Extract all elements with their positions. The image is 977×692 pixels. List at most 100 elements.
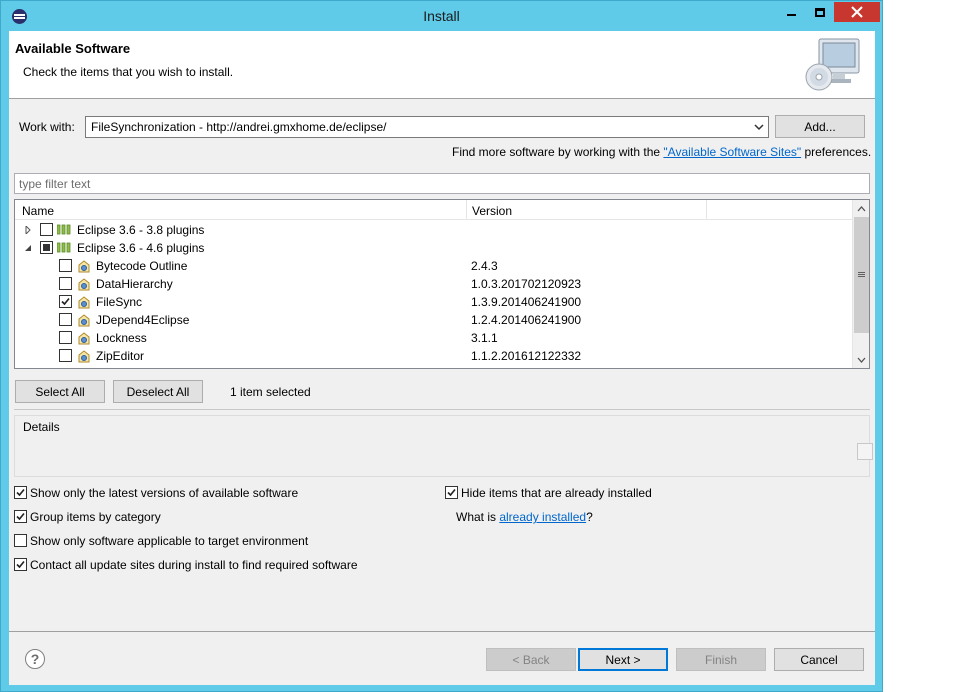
- plugin-icon: [78, 296, 90, 309]
- add-button[interactable]: Add...: [775, 115, 865, 138]
- select-all-button[interactable]: Select All: [15, 380, 105, 403]
- tree-item-row[interactable]: DataHierarchy 1.0.3.201702120923: [15, 275, 853, 293]
- category-checkbox[interactable]: [40, 223, 53, 236]
- item-checkbox[interactable]: [59, 331, 72, 344]
- page-subtitle: Check the items that you wish to install…: [23, 65, 234, 79]
- target-env-checkbox[interactable]: [14, 534, 27, 547]
- item-name: DataHierarchy: [96, 277, 173, 291]
- minimize-button[interactable]: [778, 2, 805, 22]
- title-bar[interactable]: Install: [1, 1, 882, 31]
- deselect-all-button[interactable]: Deselect All: [113, 380, 203, 403]
- filter-placeholder: type filter text: [19, 177, 91, 191]
- column-separator[interactable]: [706, 200, 707, 220]
- checkmark-icon: [16, 488, 25, 497]
- plugin-icon: [78, 278, 90, 291]
- page-title: Available Software: [15, 41, 131, 56]
- column-name[interactable]: Name: [22, 204, 54, 218]
- target-env-label[interactable]: Show only software applicable to target …: [30, 534, 308, 548]
- scroll-up-button[interactable]: [853, 200, 870, 217]
- contact-sites-checkbox[interactable]: [14, 558, 27, 571]
- install-monitor-icon: [805, 38, 860, 91]
- tree-category-row[interactable]: Eclipse 3.6 - 3.8 plugins: [15, 221, 853, 239]
- grip-icon: [858, 272, 865, 273]
- close-button[interactable]: [834, 2, 880, 22]
- plugin-icon: [78, 314, 90, 327]
- scroll-thumb[interactable]: [854, 217, 869, 333]
- column-separator[interactable]: [466, 200, 467, 220]
- selection-status: 1 item selected: [230, 385, 311, 399]
- work-with-combo[interactable]: FileSynchronization - http://andrei.gmxh…: [85, 116, 769, 138]
- expand-icon[interactable]: [24, 226, 32, 234]
- chevron-down-icon: [857, 357, 866, 363]
- item-checkbox[interactable]: [59, 349, 72, 362]
- dialog-client-area: Available Software Check the items that …: [9, 31, 875, 685]
- plugin-icon: [78, 332, 90, 345]
- item-name: Bytecode Outline: [96, 259, 188, 273]
- item-version: 1.1.2.201612122332: [471, 349, 582, 363]
- checkmark-icon: [16, 512, 25, 521]
- group-by-category-label[interactable]: Group items by category: [30, 510, 161, 524]
- category-name: Eclipse 3.6 - 4.6 plugins: [77, 241, 205, 255]
- item-checkbox[interactable]: [59, 259, 72, 272]
- work-with-value: FileSynchronization - http://andrei.gmxh…: [91, 120, 387, 134]
- item-version: 1.2.4.201406241900: [471, 313, 582, 327]
- tree-item-row[interactable]: Lockness 3.1.1: [15, 329, 853, 347]
- what-is-installed-text: What is already installed?: [456, 510, 593, 524]
- hide-installed-label[interactable]: Hide items that are already installed: [461, 486, 652, 500]
- button-bar-divider: [9, 631, 875, 632]
- cancel-button[interactable]: Cancel: [774, 648, 864, 671]
- item-checkbox[interactable]: [59, 313, 72, 326]
- tree-category-row[interactable]: Eclipse 3.6 - 4.6 plugins: [15, 239, 853, 257]
- details-scrollbar[interactable]: [857, 443, 873, 460]
- maximize-button[interactable]: [806, 2, 833, 22]
- tree-item-row[interactable]: ZipEditor 1.1.2.201612122332: [15, 347, 853, 365]
- item-checkbox[interactable]: [59, 295, 72, 308]
- latest-versions-checkbox[interactable]: [14, 486, 27, 499]
- back-button[interactable]: < Back: [486, 648, 576, 671]
- tree-header: Name Version: [15, 200, 853, 220]
- what-is-suffix: ?: [586, 510, 593, 524]
- find-more-text: Find more software by working with the "…: [452, 145, 871, 159]
- filter-input[interactable]: type filter text: [14, 173, 870, 194]
- tree-item-row[interactable]: JDepend4Eclipse 1.2.4.201406241900: [15, 311, 853, 329]
- tree-item-row[interactable]: Bytecode Outline 2.4.3: [15, 257, 853, 275]
- help-icon[interactable]: ?: [25, 649, 45, 669]
- next-button[interactable]: Next >: [578, 648, 668, 671]
- column-version[interactable]: Version: [472, 204, 512, 218]
- category-icon: [57, 224, 71, 235]
- latest-versions-label[interactable]: Show only the latest versions of availab…: [30, 486, 298, 500]
- plugin-icon: [78, 260, 90, 273]
- software-tree[interactable]: Name Version Eclipse 3.6 - 3.8 plugins E…: [14, 199, 870, 369]
- finish-button[interactable]: Finish: [676, 648, 766, 671]
- category-checkbox[interactable]: [40, 241, 53, 254]
- scroll-down-button[interactable]: [853, 351, 870, 368]
- item-checkbox[interactable]: [59, 277, 72, 290]
- tree-scrollbar[interactable]: [852, 200, 869, 368]
- maximize-icon: [814, 7, 825, 17]
- group-by-category-checkbox[interactable]: [14, 510, 27, 523]
- dropdown-arrow-icon[interactable]: [753, 120, 765, 134]
- dialog-header: Available Software Check the items that …: [9, 31, 875, 99]
- what-is-prefix: What is: [456, 510, 500, 524]
- details-panel: Details: [14, 415, 873, 477]
- item-version: 1.3.9.201406241900: [471, 295, 582, 309]
- available-sites-link[interactable]: "Available Software Sites": [663, 145, 801, 159]
- item-name: FileSync: [96, 295, 143, 309]
- checkmark-icon: [16, 560, 25, 569]
- find-more-prefix: Find more software by working with the: [452, 145, 664, 159]
- window-title: Install: [423, 8, 460, 24]
- checkmark-icon: [447, 488, 456, 497]
- minimize-icon: [787, 14, 796, 16]
- contact-sites-label[interactable]: Contact all update sites during install …: [30, 558, 358, 572]
- item-version: 1.0.3.201702120923: [471, 277, 582, 291]
- hide-installed-checkbox[interactable]: [445, 486, 458, 499]
- collapse-icon[interactable]: [24, 244, 32, 252]
- already-installed-link[interactable]: already installed: [499, 510, 586, 524]
- item-name: JDepend4Eclipse: [96, 313, 190, 327]
- plugin-icon: [78, 350, 90, 363]
- chevron-up-icon: [857, 205, 866, 211]
- checkmark-icon: [61, 297, 70, 306]
- tree-item-row[interactable]: FileSync 1.3.9.201406241900: [15, 293, 853, 311]
- divider: [14, 409, 870, 410]
- work-with-label: Work with:: [19, 120, 75, 134]
